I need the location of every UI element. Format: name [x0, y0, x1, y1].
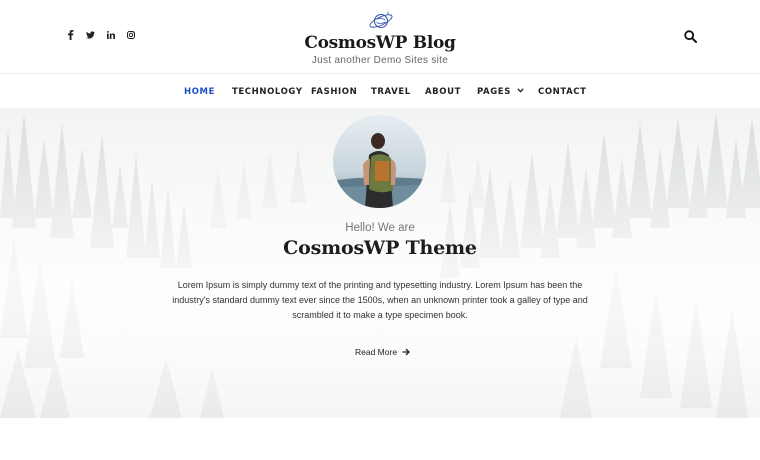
nav-item-home[interactable]: HOME [184, 87, 215, 97]
nav-item-label: TECHNOLOGY [232, 87, 303, 97]
nav-item-label: PAGES [477, 87, 511, 97]
site-title[interactable]: CosmosWP Blog [0, 33, 760, 53]
nav-item-fashion[interactable]: FASHION [311, 87, 357, 97]
search-icon[interactable] [684, 30, 697, 43]
hero-greeting: Hello! We are [345, 222, 415, 234]
nav-item-label: HOME [184, 87, 216, 97]
read-more-label: Read More [355, 347, 398, 357]
nav-item-label: CONTACT [538, 87, 587, 97]
read-more-link[interactable]: Read More [355, 347, 410, 357]
hero-title: CosmosWP Theme [283, 237, 477, 259]
arrow-right-icon [402, 348, 410, 356]
nav-item-label: TRAVEL [371, 87, 411, 97]
site-tagline: Just another Demo Sites site [311, 55, 449, 66]
nav-item-about[interactable]: ABOUT [425, 87, 461, 97]
nav-item-label: ABOUT [425, 87, 461, 97]
hero-description: Lorem Ipsum is simply dummy text of the … [172, 280, 588, 320]
nav-item-travel[interactable]: TRAVEL [371, 87, 411, 97]
nav-item-pages[interactable]: PAGES [477, 87, 524, 97]
main-navigation: HOME TECHNOLOGY FASHION TRAVEL ABOUT PAG… [0, 74, 760, 108]
planet-logo-icon[interactable] [368, 10, 394, 32]
nav-item-technology[interactable]: TECHNOLOGY [232, 87, 303, 97]
nav-item-contact[interactable]: CONTACT [538, 87, 587, 97]
hero-section: Hello! We are CosmosWP Theme Lorem Ipsum… [0, 108, 760, 418]
avatar [333, 115, 426, 208]
site-header: CosmosWP Blog Just another Demo Sites si… [0, 0, 760, 74]
chevron-down-icon [517, 88, 524, 93]
nav-item-label: FASHION [311, 87, 358, 97]
